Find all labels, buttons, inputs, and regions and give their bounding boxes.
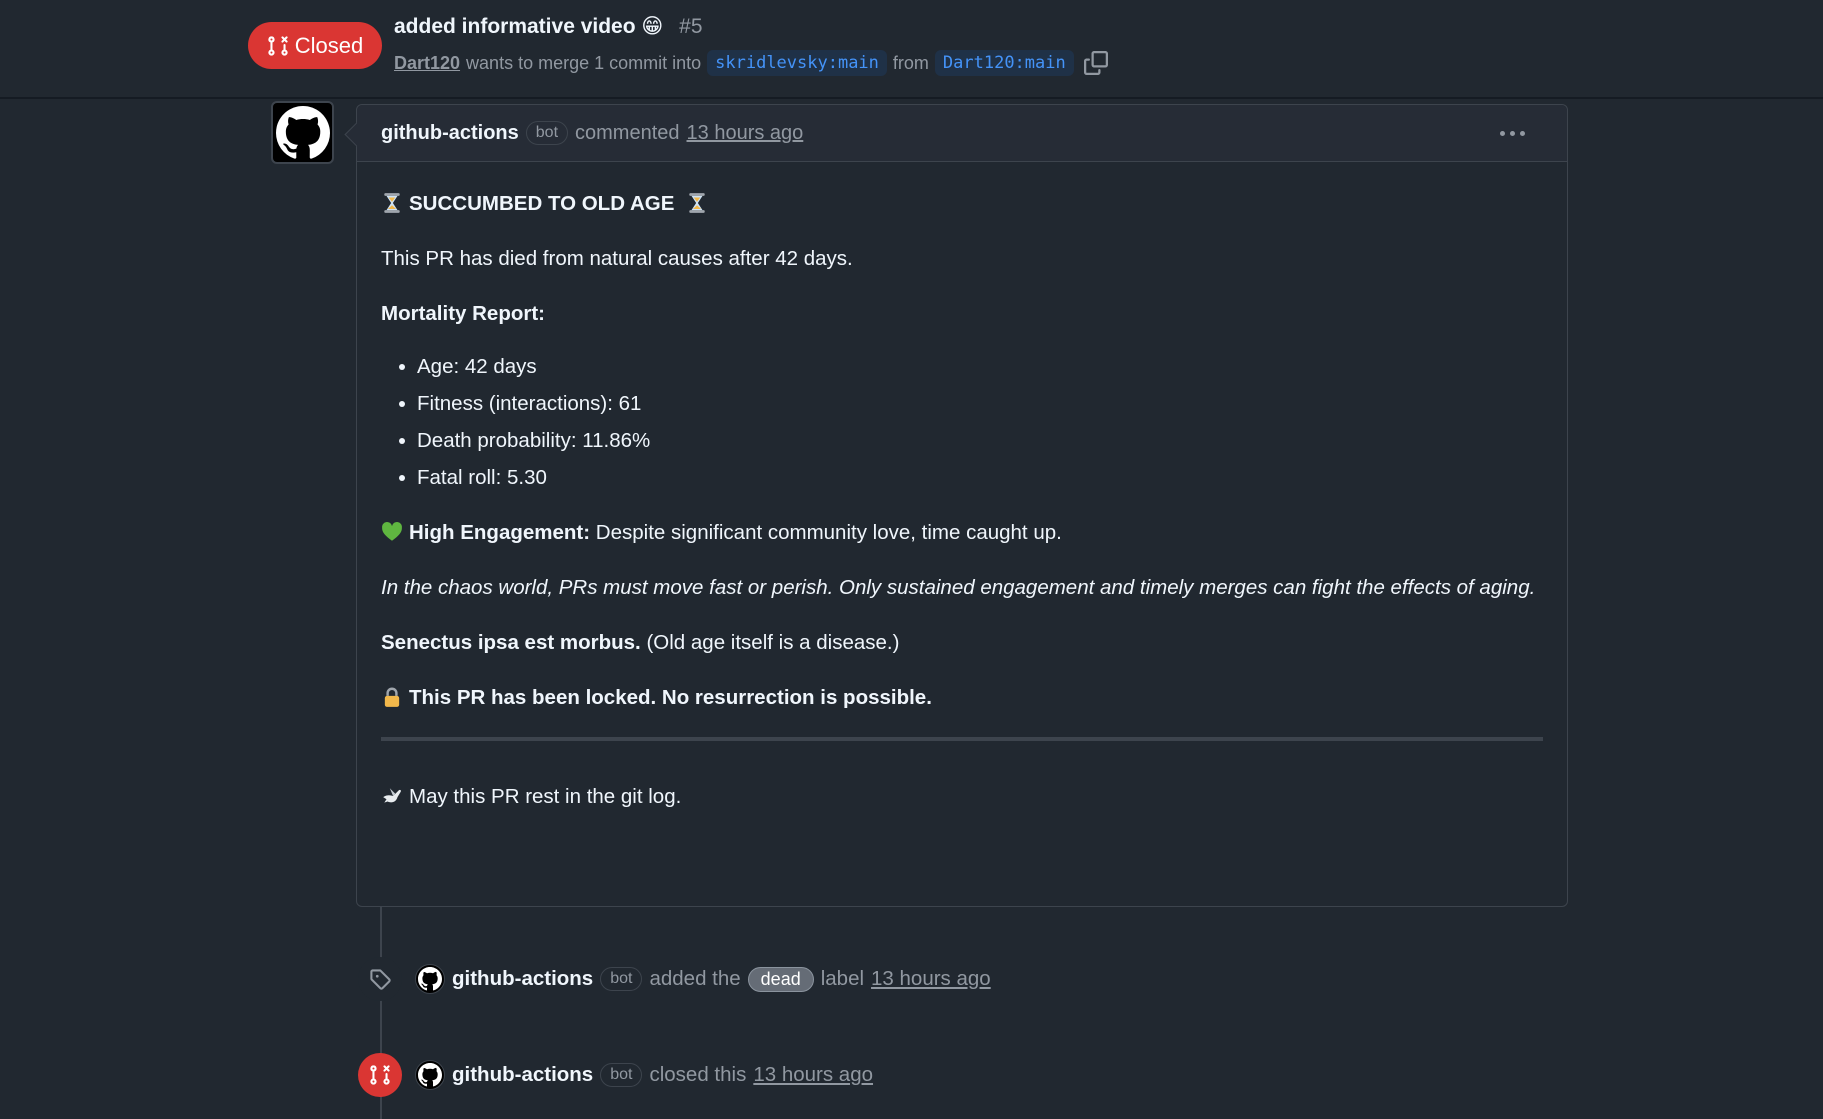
green-heart-icon — [381, 521, 403, 541]
report-title: Mortality Report: — [381, 302, 545, 325]
github-logo-icon — [418, 967, 442, 991]
pr-state-badge: Closed — [248, 22, 382, 69]
more-options-icon[interactable] — [1500, 131, 1525, 136]
event-time[interactable]: 13 hours ago — [871, 967, 991, 991]
pr-title-emoji: 😁 — [641, 15, 664, 38]
farewell-text: May this PR rest in the git log. — [409, 785, 682, 808]
locked-text: This PR has been locked. No resurrection… — [409, 686, 932, 709]
event-author[interactable]: github-actions — [452, 1063, 593, 1087]
avatar[interactable] — [415, 1060, 445, 1090]
engagement-label: High Engagement: — [409, 521, 591, 544]
github-logo-icon — [275, 105, 330, 159]
pr-closed-icon — [358, 1053, 402, 1097]
divider — [381, 737, 1543, 741]
from-text: from — [892, 52, 929, 73]
event-author[interactable]: github-actions — [452, 967, 593, 991]
github-logo-icon — [418, 1063, 442, 1087]
label-dead[interactable]: dead — [747, 966, 814, 992]
pr-header: Closed added informative video 😁 #5 Dart… — [0, 0, 1823, 99]
tag-icon — [358, 957, 402, 1001]
event-text: added the — [649, 967, 741, 990]
engagement-paragraph: High Engagement: Despite significant com… — [381, 517, 1543, 548]
comment-heading: SUCCUMBED TO OLD AGE — [381, 188, 1543, 219]
bot-badge: bot — [600, 967, 643, 991]
pr-title-text: added informative video — [394, 15, 636, 38]
comment-action: commented — [575, 121, 680, 144]
lock-icon — [384, 687, 400, 707]
comment-author[interactable]: github-actions — [381, 122, 519, 145]
comment-time[interactable]: 13 hours ago — [687, 122, 804, 145]
commenter-avatar[interactable] — [271, 101, 334, 164]
locked-paragraph: This PR has been locked. No resurrection… — [381, 682, 1543, 713]
hourglass-icon — [384, 193, 400, 213]
list-item: Age: 42 days — [399, 351, 1543, 382]
timeline-event-label: github-actions bot added the dead label … — [358, 957, 991, 1001]
pr-state-label: Closed — [294, 32, 364, 58]
list-item: Fatal roll: 5.30 — [399, 462, 1543, 493]
comment-header: github-actions bot commented 13 hours ag… — [357, 105, 1567, 162]
pr-number: #5 — [679, 15, 703, 38]
avatar[interactable] — [415, 964, 445, 994]
chaos-paragraph: In the chaos world, PRs must move fast o… — [381, 576, 1536, 599]
latin-translation: (Old age itself is a disease.) — [646, 631, 900, 654]
dove-icon — [383, 788, 401, 803]
heading-text: SUCCUMBED TO OLD AGE — [409, 192, 675, 215]
comment-body: SUCCUMBED TO OLD AGE This PR has died fr… — [357, 162, 1567, 812]
pr-title: added informative video 😁 #5 — [394, 14, 703, 39]
base-branch[interactable]: skridlevsky:main — [707, 50, 887, 76]
pr-author-link[interactable]: Dart120 — [394, 53, 460, 74]
intro-text: This PR has died from natural causes aft… — [381, 247, 853, 270]
hourglass-icon — [689, 193, 705, 213]
comment-box: github-actions bot commented 13 hours ag… — [356, 104, 1568, 907]
latin-paragraph: Senectus ipsa est morbus. (Old age itsel… — [381, 627, 1543, 658]
latin-bold: Senectus ipsa est morbus. — [381, 631, 641, 654]
timeline-event-closed: github-actions bot closed this 13 hours … — [358, 1053, 873, 1097]
list-item: Fitness (interactions): 61 — [399, 388, 1543, 419]
list-item: Death probability: 11.86% — [399, 425, 1543, 456]
farewell-paragraph: May this PR rest in the git log. — [381, 781, 1543, 812]
event-time[interactable]: 13 hours ago — [753, 1063, 873, 1087]
head-branch[interactable]: Dart120:main — [934, 50, 1074, 76]
pr-closed-icon — [268, 35, 288, 56]
engagement-text: Despite significant community love, time… — [595, 521, 1062, 544]
bot-badge: bot — [525, 121, 569, 145]
report-list: Age: 42 days Fitness (interactions): 61 … — [399, 351, 1543, 493]
copy-icon[interactable] — [1083, 51, 1108, 75]
event-text: closed this — [649, 1063, 747, 1086]
event-text: label — [820, 967, 865, 990]
merge-text: wants to merge 1 commit into — [466, 52, 702, 73]
pr-meta: Dart120 wants to merge 1 commit into skr… — [394, 50, 1108, 76]
bot-badge: bot — [600, 1063, 643, 1087]
